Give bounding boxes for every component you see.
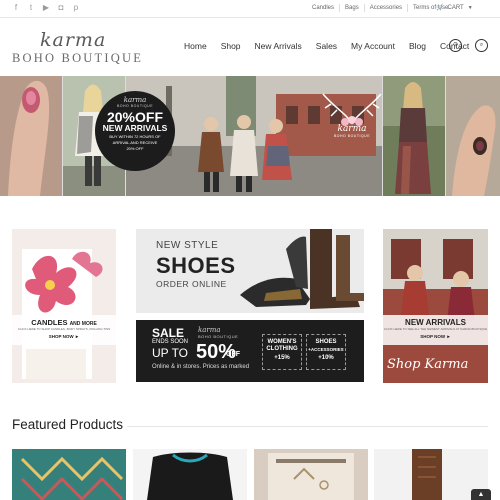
cart-label: CART <box>447 4 464 11</box>
nav-new-arrivals[interactable]: New Arrivals <box>255 41 302 51</box>
sale-box-shoes: SHOES +ACCESSORIES +10% <box>306 334 346 370</box>
shoes-line-1: NEW STYLE <box>156 240 219 251</box>
shoes-title: SHOES <box>156 253 236 278</box>
search-icon[interactable]: ⌕ <box>475 39 488 52</box>
promo-candles[interactable]: CANDLES AND MORE CLICK HERE TO SHOP CAND… <box>12 229 116 383</box>
site-header: karma BOHO BOUTIQUE Home Shop New Arriva… <box>0 19 500 75</box>
top-link-bags[interactable]: Bags <box>339 4 364 12</box>
product-image-2 <box>133 449 247 500</box>
scroll-to-top-button[interactable]: ▲ <box>471 489 491 500</box>
badge-logo-text: BOHO BOUTIQUE <box>116 104 154 108</box>
sale-off: OFF <box>226 351 240 358</box>
box-shoes-title-1: SHOES <box>315 339 337 345</box>
top-link-candles[interactable]: Candles <box>307 4 339 12</box>
nav-blog[interactable]: Blog <box>409 41 426 51</box>
nav-sales[interactable]: Sales <box>316 41 337 51</box>
cart-icon: 🛒 <box>436 5 444 11</box>
box-clothing-title-2: CLOTHING <box>266 346 298 352</box>
arrivals-subtitle: CLICK HERE TO SEE ALL THE NEWEST ARRIVAL… <box>383 327 488 331</box>
product-image-1 <box>12 449 126 500</box>
nav-home[interactable]: Home <box>184 41 207 51</box>
hero-photo-model-jumpsuit <box>383 76 445 196</box>
sale-logo-text: BOHO BOUTIQUE <box>198 334 239 339</box>
box-clothing-value: +15% <box>274 355 290 361</box>
store-sign-logo: karma BOHO BOUTIQUE <box>317 86 387 138</box>
arrivals-label: NEW ARRIVALS CLICK HERE TO SEE ALL THE N… <box>383 315 488 345</box>
chevron-up-icon: ▲ <box>477 491 485 498</box>
hero-photo-ring <box>446 76 500 196</box>
featured-products-title: Featured Products <box>12 417 124 432</box>
twitter-icon[interactable]: t <box>27 3 35 13</box>
hand-image <box>0 76 62 196</box>
sale-ends-soon: ENDS SOON <box>152 339 189 345</box>
sale-footer: Online & in stores. Prices as marked <box>152 364 250 370</box>
product-card-3[interactable] <box>254 449 368 500</box>
facebook-icon[interactable]: f <box>12 3 20 13</box>
product-card-2[interactable] <box>133 449 247 500</box>
badge-title: NEW ARRIVALS <box>102 123 168 133</box>
antler-icon <box>322 93 382 126</box>
sale-title: SALE <box>152 326 185 340</box>
shoes-image <box>240 229 364 309</box>
arrivals-title: NEW ARRIVALS <box>405 318 466 327</box>
candles-subtitle: CLICK HERE TO SHOP CANDLES, BODY SPRAYS,… <box>17 327 111 331</box>
box-shoes-value: +10% <box>318 355 334 361</box>
social-links: f t ▶ ◘ p <box>12 3 80 13</box>
box-clothing-title-1: WOMEN'S <box>267 339 297 345</box>
featured-divider <box>127 426 488 427</box>
promo-shoes[interactable]: NEW STYLE SHOES ORDER ONLINE <box>136 229 364 313</box>
candles-label: CANDLES AND MORE CLICK HERE TO SHOP CAND… <box>12 315 116 345</box>
pinterest-icon[interactable]: p <box>72 3 80 13</box>
sale-up-to: UP TO <box>152 346 189 360</box>
badge-terms-3: 20% OFF <box>126 146 144 151</box>
model-image <box>383 76 445 196</box>
product-card-1[interactable] <box>12 449 126 500</box>
candles-shop-now-link[interactable]: SHOP NOW ► <box>12 334 116 339</box>
sale-box-clothing: WOMEN'S CLOTHING +15% <box>262 334 302 370</box>
ring-image <box>446 76 500 196</box>
sign-logo-text: BOHO BOUTIQUE <box>333 134 371 138</box>
cart-icon[interactable]: ⊙ <box>449 39 462 52</box>
promo-new-arrivals[interactable]: NEW ARRIVALS CLICK HERE TO SEE ALL THE N… <box>383 229 488 383</box>
hero-photo-hand <box>0 76 62 196</box>
promo-sale[interactable]: SALE ENDS SOON UP TO karma BOHO BOUTIQUE… <box>136 320 364 382</box>
badge-discount: 20%OFF <box>106 109 163 125</box>
nav-my-account[interactable]: My Account <box>351 41 395 51</box>
arrivals-script: Shop Karma <box>387 357 469 372</box>
top-bar: f t ▶ ◘ p Candles Bags Accessories Terms… <box>0 0 500 18</box>
logo-script[interactable]: karma <box>40 29 106 51</box>
arrivals-shop-now-link[interactable]: SHOP NOW ► <box>383 334 488 339</box>
box-shoes-title-2: +ACCESSORIES <box>308 347 344 352</box>
top-link-accessories[interactable]: Accessories <box>363 4 407 12</box>
badge-terms-2: ARRIVAL AND RECEIVE <box>112 140 158 145</box>
chevron-down-icon: ▼ <box>467 4 473 11</box>
logo-text[interactable]: BOHO BOUTIQUE <box>12 51 143 66</box>
badge-terms-1: BUY WITHIN 72 HOURS OF <box>109 134 161 139</box>
sale-logo-script: karma <box>198 326 221 334</box>
nav-shop[interactable]: Shop <box>221 41 241 51</box>
sale-badge[interactable]: karma BOHO BOUTIQUE 20%OFF NEW ARRIVALS … <box>95 91 175 171</box>
cart-dropdown[interactable]: 🛒 CART ▼ <box>436 4 473 12</box>
candles-title: CANDLES AND MORE <box>31 318 97 327</box>
candles-image <box>12 229 116 383</box>
badge-logo-script: karma <box>123 96 147 104</box>
product-image-3 <box>254 449 368 500</box>
top-links: Candles Bags Accessories Terms of Use <box>307 4 453 12</box>
youtube-icon[interactable]: ▶ <box>42 3 50 13</box>
hero-banner[interactable]: karma BOHO BOUTIQUE 20%OFF NEW ARRIVALS … <box>0 76 500 196</box>
shoes-order-online: ORDER ONLINE <box>156 279 227 289</box>
instagram-icon[interactable]: ◘ <box>57 3 65 13</box>
main-nav: Home Shop New Arrivals Sales My Account … <box>184 41 483 51</box>
